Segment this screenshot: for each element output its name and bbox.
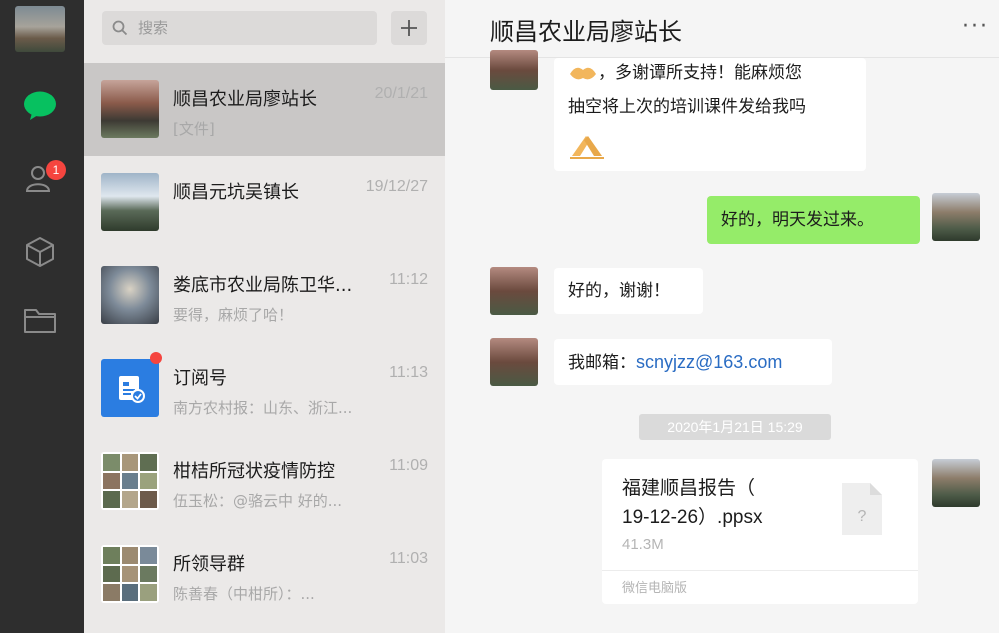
file-source: 微信电脑版 — [622, 581, 688, 596]
conversation-item[interactable]: 所领导群 11:03 陈善春（中柑所）：... — [84, 528, 445, 621]
message-text: 我邮箱： — [568, 353, 636, 373]
cube-icon[interactable] — [20, 232, 60, 272]
conversation-time: 11:03 — [389, 550, 428, 567]
contact-avatar[interactable] — [490, 267, 538, 315]
user-avatar[interactable] — [15, 6, 65, 52]
unread-dot — [150, 352, 162, 364]
chat-icon[interactable] — [20, 86, 60, 126]
svg-text:?: ? — [858, 508, 867, 525]
conversation-time: 11:12 — [389, 271, 428, 288]
plus-icon — [401, 20, 417, 36]
message-bubble-sent: 好的，明天发过来。 — [707, 196, 920, 244]
file-name-line: 福建顺昌报告（ — [622, 477, 756, 499]
conversation-snippet: 伍玉松：@骆云中 好的... — [173, 492, 343, 510]
avatar — [101, 173, 159, 231]
conversation-snippet: 要得，麻烦了哈！ — [173, 306, 294, 324]
unknown-file-icon: ? — [842, 483, 882, 535]
contacts-badge: 1 — [46, 160, 66, 180]
message-bubble: ，多谢谭所支持！能麻烦您 抽空将上次的培训课件发给我吗 — [554, 58, 866, 171]
conversation-name: 娄底市农业局陈卫华... — [173, 275, 353, 296]
conversation-item[interactable]: 顺昌元坑吴镇长 19/12/27 — [84, 156, 445, 249]
subscription-icon — [101, 359, 159, 417]
search-input[interactable] — [138, 19, 338, 37]
divider — [602, 570, 918, 571]
avatar — [101, 266, 159, 324]
conversation-name: 顺昌农业局廖站长 — [173, 89, 317, 110]
conversation-time: 11:13 — [389, 364, 428, 381]
conversation-name: 所领导群 — [173, 554, 245, 575]
message-text: 抽空将上次的培训课件发给我吗 — [568, 97, 806, 117]
avatar — [101, 80, 159, 138]
self-avatar[interactable] — [932, 459, 980, 507]
handshake-icon — [570, 67, 596, 80]
conversation-item[interactable]: 柑桔所冠状疫情防控 11:09 伍玉松：@骆云中 好的... — [84, 435, 445, 528]
search-icon — [112, 20, 128, 36]
more-icon[interactable]: ··· — [962, 14, 989, 39]
chat-timestamp: 2020年1月21日 15:29 — [639, 414, 831, 440]
conversation-name: 柑桔所冠状疫情防控 — [173, 461, 335, 482]
group-avatar — [101, 545, 159, 603]
nav-rail: 1 — [0, 0, 84, 633]
file-size: 41.3M — [622, 536, 664, 553]
group-avatar — [101, 452, 159, 510]
contact-avatar[interactable] — [490, 50, 538, 90]
folder-icon[interactable] — [20, 300, 60, 340]
file-name: 福建顺昌报告（ 19-12-26）.ppsx — [622, 473, 822, 533]
conversation-time: 19/12/27 — [365, 178, 428, 195]
conversation-item[interactable]: 订阅号 11:13 南方农村报：山东、浙江... — [84, 342, 445, 435]
conversation-time: 20/1/21 — [374, 85, 428, 102]
add-button[interactable] — [391, 11, 427, 45]
email-link[interactable]: scnyjzz@163.com — [636, 352, 782, 372]
message-bubble: 好的，谢谢！ — [554, 268, 703, 314]
conversation-name: 订阅号 — [173, 368, 227, 389]
chat-panel: 顺昌农业局廖站长 ··· ，多谢谭所支持！能麻烦您 抽空将上次的培训课件发给我吗… — [445, 0, 999, 633]
thanks-hands-icon — [570, 136, 604, 159]
conversation-time: 11:09 — [389, 457, 428, 474]
self-avatar[interactable] — [932, 193, 980, 241]
conversation-item[interactable]: 娄底市农业局陈卫华... 11:12 要得，麻烦了哈！ — [84, 249, 445, 342]
conversation-item[interactable]: 顺昌农业局廖站长 20/1/21 [文件] — [84, 63, 445, 156]
conversation-snippet: 南方农村报：山东、浙江... — [173, 399, 353, 417]
conversation-list: 顺昌农业局廖站长 20/1/21 [文件] 顺昌元坑吴镇长 19/12/27 娄… — [84, 0, 445, 633]
file-name-line: 19-12-26）.ppsx — [622, 507, 763, 528]
file-message-card[interactable]: 福建顺昌报告（ 19-12-26）.ppsx 41.3M ? 微信电脑版 — [602, 459, 918, 604]
contact-avatar[interactable] — [490, 338, 538, 386]
chat-title: 顺昌农业局廖站长 — [490, 18, 682, 46]
conversation-name: 顺昌元坑吴镇长 — [173, 182, 299, 203]
conversation-snippet: [文件] — [173, 120, 215, 138]
message-bubble: 我邮箱：scnyjzz@163.com — [554, 339, 832, 385]
conversation-snippet: 陈善春（中柑所）：... — [173, 585, 315, 603]
message-text: ，多谢谭所支持！能麻烦您 — [598, 63, 802, 83]
search-box[interactable] — [102, 11, 377, 45]
